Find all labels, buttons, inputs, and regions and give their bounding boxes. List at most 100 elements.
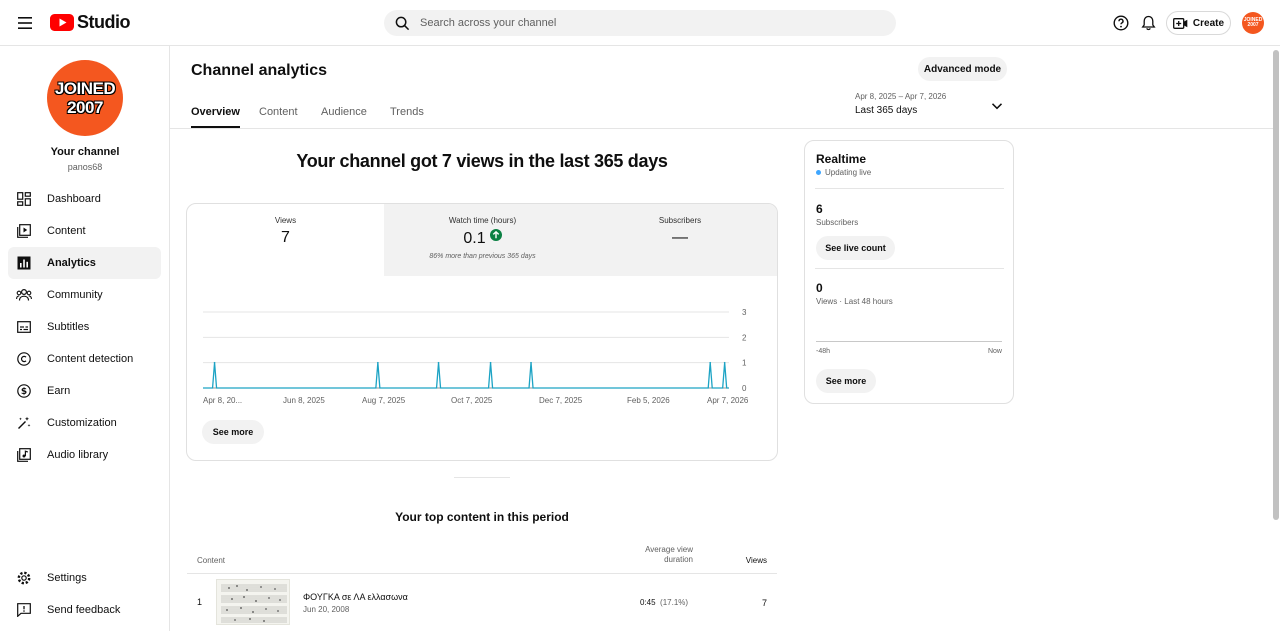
realtime-subscribers-label: Subscribers [816, 218, 859, 227]
help-icon[interactable] [1111, 13, 1131, 33]
tab-trends[interactable]: Trends [390, 106, 424, 128]
sidebar-item-label: Customization [47, 417, 117, 429]
tab-overview[interactable]: Overview [191, 106, 240, 128]
metric-watch-time[interactable]: Watch time (hours) 0.1 86% more than pre… [384, 204, 581, 276]
data-point [489, 361, 492, 364]
data-point [723, 361, 726, 364]
see-live-count-button[interactable]: See live count [816, 236, 895, 260]
sidebar: JOINED 2007 Your channel panos68 Dashboa… [0, 46, 170, 631]
video-thumbnail[interactable] [216, 579, 290, 625]
page-scrollbar[interactable] [1273, 50, 1279, 520]
realtime-axis-end: Now [987, 348, 1002, 355]
x-tick-label: Jun 8, 2025 [283, 396, 325, 405]
video-add-icon [1172, 17, 1188, 29]
search-input[interactable] [420, 17, 860, 29]
chevron-down-icon[interactable] [990, 99, 1004, 113]
channel-avatar-line-1: JOINED [54, 79, 116, 98]
sidebar-item-label: Content [47, 225, 86, 237]
notifications-bell-icon[interactable] [1138, 13, 1158, 33]
earn-icon: $ [16, 383, 32, 399]
sidebar-item-content-detection[interactable]: Content detection [8, 343, 161, 375]
studio-logo[interactable]: Studio [50, 12, 131, 33]
column-header-content[interactable]: Content [197, 556, 225, 565]
search-bar[interactable] [384, 10, 896, 36]
create-label: Create [1192, 17, 1225, 29]
sidebar-item-earn[interactable]: $ Earn [8, 375, 161, 407]
column-header-views[interactable]: Views [737, 556, 767, 565]
realtime-status-text: Updating live [825, 168, 872, 177]
metric-label: Subscribers [658, 216, 702, 225]
metric-value-wrap: 0.1 [384, 229, 581, 248]
views-line-chart[interactable]: 0 1 2 3 Apr 8, 20... Jun 8, 2025 Aug 7, 2025 Oc… [187, 276, 778, 406]
sheet-music-thumbnail-image [221, 584, 287, 623]
realtime-see-more-button[interactable]: See more [816, 369, 876, 393]
sidebar-item-label: Content detection [47, 353, 134, 365]
sidebar-item-customization[interactable]: Customization [8, 407, 161, 439]
create-button[interactable]: Create [1166, 11, 1231, 35]
content-icon [16, 223, 32, 239]
video-title-link[interactable]: ΦΟΥΓΚΑ σε ΛΑ ελλασωνα [303, 592, 408, 602]
sidebar-item-analytics[interactable]: Analytics [8, 247, 161, 279]
community-icon [16, 287, 32, 303]
x-tick-label: Dec 7, 2025 [539, 396, 583, 405]
realtime-axis-start: -48h [816, 348, 831, 355]
metric-views[interactable]: Views 7 [187, 204, 384, 276]
tab-content[interactable]: Content [259, 106, 298, 128]
channel-avatar-line-2: 2007 [67, 98, 103, 117]
table-divider [187, 573, 777, 574]
realtime-status: Updating live [816, 168, 871, 177]
tab-audience[interactable]: Audience [321, 106, 367, 128]
logo-text: Studio [77, 12, 131, 32]
hamburger-menu-icon[interactable] [14, 12, 36, 34]
column-header-line-1: Average view [645, 545, 693, 554]
sidebar-item-send-feedback[interactable]: Send feedback [8, 594, 161, 626]
x-tick-label: Feb 5, 2026 [627, 396, 670, 405]
realtime-divider [815, 268, 1004, 269]
column-header-avg-view-duration[interactable]: Average view duration [620, 545, 693, 565]
sidebar-item-label: Settings [47, 572, 87, 584]
subtitles-icon [16, 319, 32, 335]
sidebar-item-settings[interactable]: Settings [8, 562, 161, 594]
feedback-icon [16, 602, 32, 618]
metric-subscribers[interactable]: Subscribers — [581, 204, 777, 276]
date-range-label[interactable]: Last 365 days [855, 105, 917, 116]
y-tick-label: 2 [742, 333, 747, 342]
sidebar-item-label: Analytics [47, 257, 96, 269]
search-icon[interactable] [395, 16, 410, 31]
data-point [709, 361, 712, 364]
account-avatar[interactable]: JOINED 2007 [1242, 12, 1264, 34]
svg-text:$: $ [21, 387, 27, 397]
x-tick-label: Oct 7, 2025 [451, 396, 493, 405]
channel-avatar[interactable]: JOINED 2007 [47, 60, 123, 136]
copyright-icon [16, 351, 32, 367]
sidebar-item-content[interactable]: Content [8, 215, 161, 247]
overview-card: Views 7 Watch time (hours) 0.1 86% more … [186, 203, 778, 461]
date-range-text[interactable]: Apr 8, 2025 – Apr 7, 2026 [855, 92, 946, 101]
top-content-title: Your top content in this period [395, 510, 569, 524]
x-tick-label: Aug 7, 2025 [362, 396, 406, 405]
sidebar-item-subtitles[interactable]: Subtitles [8, 311, 161, 343]
channel-handle: panos68 [67, 162, 103, 172]
data-point [530, 361, 532, 364]
avg-view-duration-value: 0:45 (17.1%) [640, 598, 688, 607]
section-divider [454, 477, 510, 478]
y-tick-label: 3 [742, 308, 747, 317]
advanced-mode-button[interactable]: Advanced mode [918, 57, 1007, 81]
views-series-line [203, 362, 729, 389]
sidebar-item-community[interactable]: Community [8, 279, 161, 311]
avg-view-duration-percent: (17.1%) [660, 598, 689, 607]
audio-library-icon [16, 447, 32, 463]
sidebar-item-dashboard[interactable]: Dashboard [8, 183, 161, 215]
sidebar-item-label: Earn [47, 385, 71, 397]
data-point [213, 361, 216, 364]
row-rank: 1 [197, 597, 203, 607]
sidebar-item-audio-library[interactable]: Audio library [8, 439, 161, 471]
sidebar-item-label: Dashboard [47, 193, 101, 205]
your-channel-label: Your channel [50, 146, 120, 158]
see-more-button[interactable]: See more [202, 420, 264, 444]
realtime-views-value: 0 [816, 281, 823, 295]
metric-label: Watch time (hours) [448, 216, 517, 225]
dashboard-icon [16, 191, 32, 207]
data-point [437, 361, 440, 364]
sidebar-item-label: Community [47, 289, 103, 301]
